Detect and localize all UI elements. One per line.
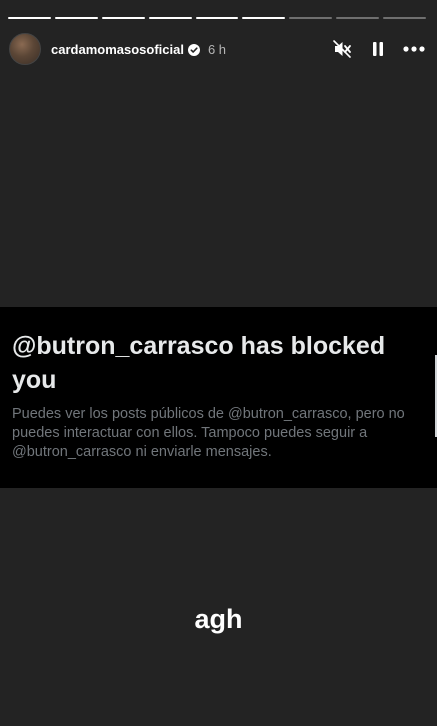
story-progress-bar bbox=[8, 17, 427, 19]
story-progress-segment bbox=[336, 17, 380, 19]
story-progress-segment bbox=[383, 17, 427, 19]
blocked-screenshot: @butron_carrasco has blocked you Puedes … bbox=[0, 307, 437, 488]
blocked-title: @butron_carrasco has blocked you bbox=[12, 332, 386, 394]
username[interactable]: cardamomasosoficial bbox=[51, 42, 184, 57]
avatar[interactable] bbox=[9, 33, 41, 65]
post-time: 6 h bbox=[207, 41, 227, 57]
story-progress-segment bbox=[54, 17, 98, 19]
speaker-muted-icon[interactable] bbox=[331, 38, 353, 60]
story-progress-segment bbox=[242, 17, 286, 19]
more-options-icon[interactable] bbox=[403, 38, 425, 60]
verified-badge-icon bbox=[187, 43, 200, 56]
pause-icon[interactable] bbox=[367, 38, 389, 60]
story-progress-segment bbox=[8, 17, 51, 19]
story-progress-segment bbox=[101, 17, 145, 19]
story-progress-segment bbox=[289, 17, 333, 19]
story-progress-segment bbox=[148, 17, 192, 19]
story-progress-segment bbox=[195, 17, 239, 19]
blocked-description: Puedes ver los posts públicos de @butron… bbox=[12, 406, 405, 460]
story-caption: agh bbox=[194, 604, 243, 634]
story-header: cardamomasosoficial 6 h bbox=[9, 33, 425, 65]
